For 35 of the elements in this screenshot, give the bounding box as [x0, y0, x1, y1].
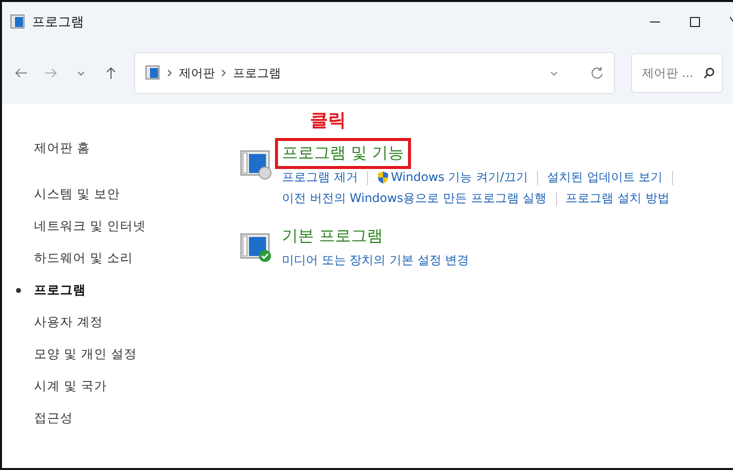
window-title: 프로그램 — [32, 14, 84, 31]
task-link[interactable]: 프로그램 설치 방법 — [566, 190, 670, 207]
back-icon[interactable] — [14, 66, 28, 80]
task-link[interactable]: Windows 기능 켜기/끄기 — [376, 169, 528, 186]
address-bar[interactable]: 제어판 프로그램 — [134, 52, 615, 94]
search-field[interactable]: 제어판 ... — [631, 53, 723, 93]
program-icon — [240, 231, 272, 263]
breadcrumb[interactable]: 제어판 — [179, 64, 215, 82]
control-panel-icon — [145, 65, 161, 81]
sidebar-link[interactable]: 프로그램 — [34, 282, 86, 298]
sidebar-link[interactable]: 시계 및 국가 — [34, 378, 107, 394]
shield-icon — [376, 171, 389, 184]
sidebar-link[interactable]: 모양 및 개인 설정 — [34, 346, 137, 362]
sidebar-link[interactable]: 제어판 홈 — [34, 140, 90, 156]
section-title-link[interactable]: 프로그램 및 기능 — [275, 138, 412, 169]
task-link[interactable]: 미디어 또는 장치의 기본 설정 변경 — [282, 252, 470, 269]
control-panel-icon — [10, 14, 26, 30]
sidebar-link[interactable]: 네트워크 및 인터넷 — [34, 218, 146, 234]
refresh-icon[interactable] — [590, 66, 604, 80]
chevron-icon — [221, 68, 227, 78]
section-title-link[interactable]: 기본 프로그램 — [275, 221, 390, 252]
program-icon — [240, 148, 272, 180]
sidebar-link[interactable]: 접근성 — [34, 410, 73, 426]
task-link[interactable]: 이전 버전의 Windows용으로 만든 프로그램 실행 — [282, 190, 547, 207]
task-link[interactable]: 설치된 업데이트 보기 — [547, 169, 663, 186]
annotation-label: 클릭 — [310, 109, 346, 132]
sidebar-link[interactable]: 하드웨어 및 소리 — [34, 250, 133, 266]
up-icon[interactable] — [104, 66, 118, 80]
sidebar-link[interactable]: 시스템 및 보안 — [34, 186, 120, 202]
search-icon — [703, 67, 715, 79]
breadcrumb[interactable]: 프로그램 — [233, 64, 281, 82]
maximize-icon[interactable] — [689, 16, 701, 28]
task-link[interactable]: 프로그램 제거 — [282, 169, 358, 186]
chevron-icon — [167, 68, 173, 78]
sidebar-link[interactable]: 사용자 계정 — [34, 314, 103, 330]
